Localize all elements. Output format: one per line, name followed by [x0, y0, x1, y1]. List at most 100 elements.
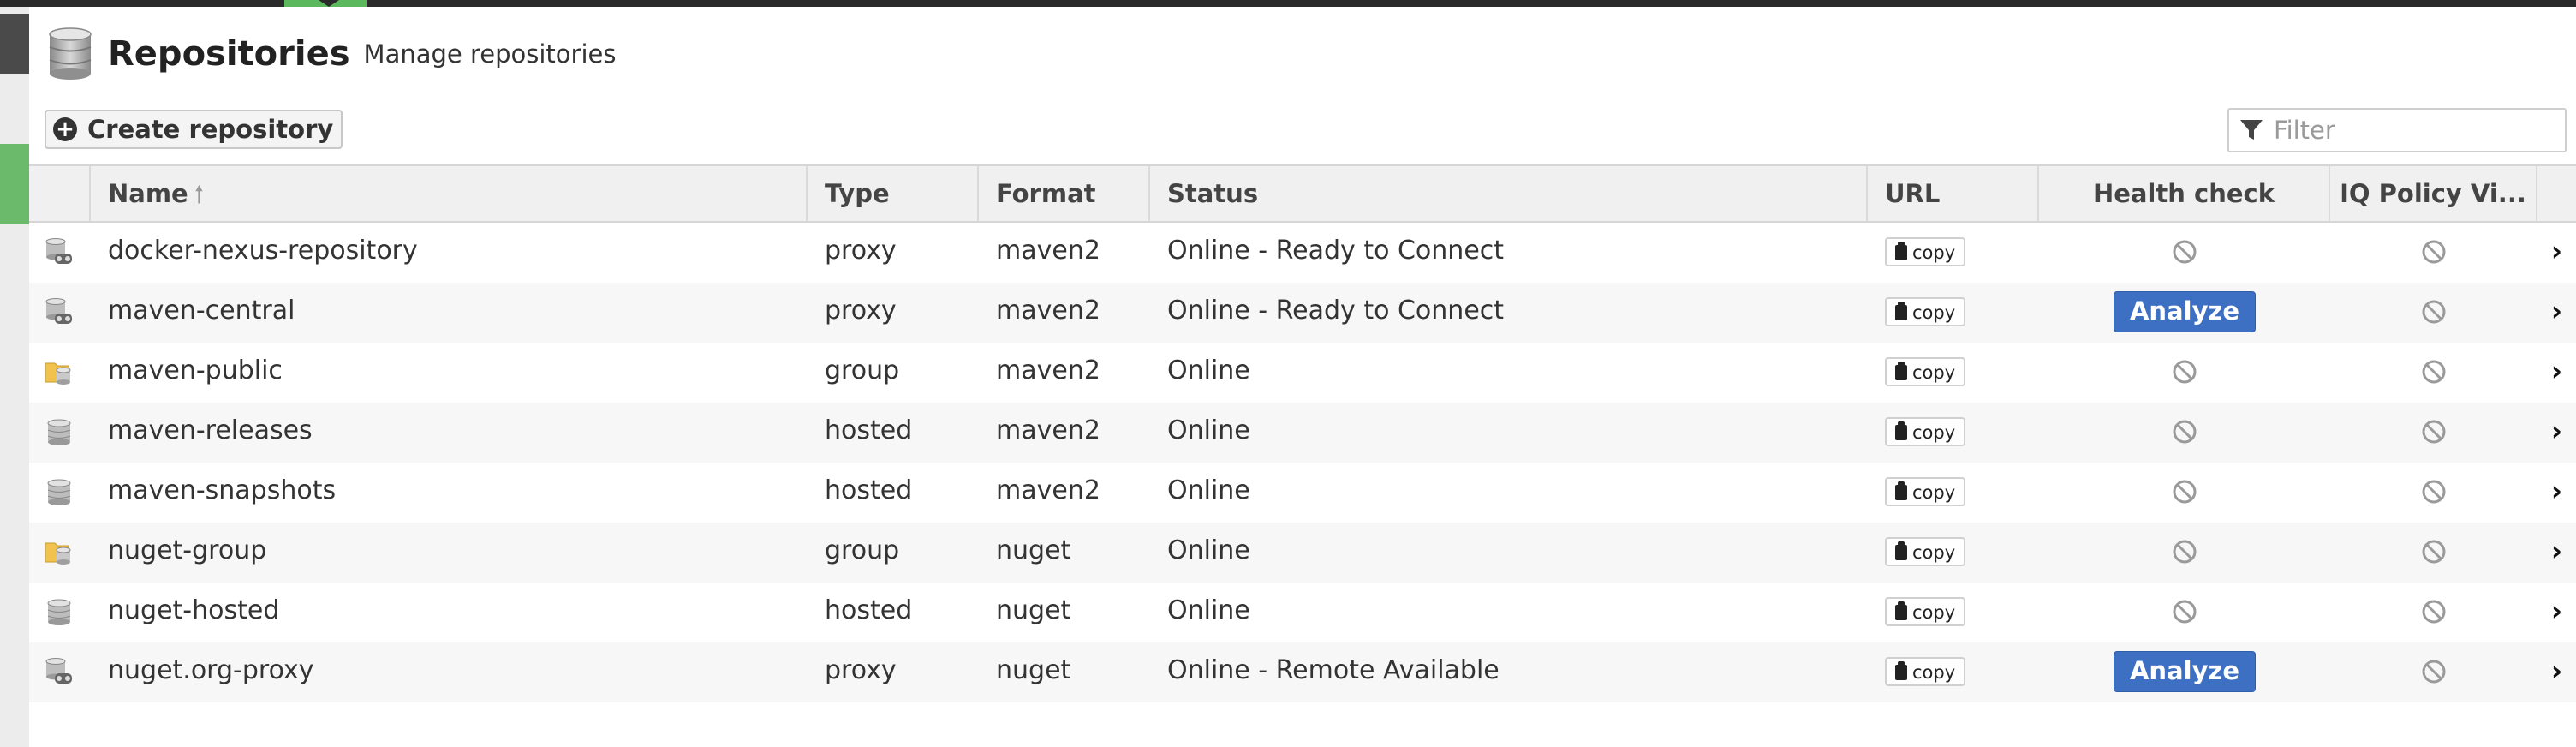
col-format-header[interactable]: Format — [979, 166, 1150, 221]
copy-label: copy — [1912, 481, 1956, 503]
iq-unavailable-icon — [2421, 296, 2447, 326]
group-repo-icon — [45, 358, 74, 387]
database-icon — [49, 27, 92, 80]
clipboard-icon — [1895, 601, 1907, 620]
repo-name: nuget-hosted — [108, 595, 280, 625]
repo-type: hosted — [825, 595, 913, 625]
proxy-repo-icon — [45, 658, 74, 687]
repo-format: nuget — [996, 595, 1071, 625]
filter-funnel-icon — [2240, 120, 2263, 140]
page-subtitle: Manage repositories — [363, 39, 617, 69]
copy-label: copy — [1912, 541, 1956, 563]
health-check-cell: Analyze — [2039, 283, 2330, 343]
repo-name: nuget.org-proxy — [108, 655, 314, 685]
page-title: Repositories — [108, 34, 350, 74]
copy-url-button[interactable]: copy — [1885, 416, 1966, 446]
col-type-header[interactable]: Type — [808, 166, 979, 221]
repo-status: Online — [1167, 356, 1250, 385]
row-detail-chevron[interactable]: › — [2537, 583, 2576, 642]
hosted-repo-icon — [45, 478, 74, 507]
repo-status: Online — [1167, 475, 1250, 505]
left-sidebar-edge — [0, 7, 29, 747]
table-row[interactable]: docker-nexus-repository proxy maven2 Online… — [29, 223, 2576, 283]
clipboard-icon — [1895, 361, 1907, 380]
col-url-header[interactable]: URL — [1868, 166, 2039, 221]
repo-format: maven2 — [996, 236, 1100, 266]
col-iq-header[interactable]: IQ Policy Vi... — [2330, 166, 2537, 221]
repositories-grid: Name 🠑 Type Format Status URL Health chec… — [29, 164, 2576, 702]
clipboard-icon — [1895, 541, 1907, 560]
copy-label: copy — [1912, 302, 1956, 323]
iq-unavailable-icon — [2421, 415, 2447, 445]
copy-url-button[interactable]: copy — [1885, 356, 1966, 386]
copy-label: copy — [1912, 362, 1956, 383]
iq-unavailable-icon — [2421, 356, 2447, 385]
table-row[interactable]: maven-central proxy maven2 Online - Ready t… — [29, 283, 2576, 343]
url-cell: copy — [1868, 463, 2039, 523]
repo-type: proxy — [825, 236, 897, 266]
iq-unavailable-icon — [2421, 655, 2447, 685]
table-row[interactable]: maven-releases hosted maven2 Online copy › — [29, 403, 2576, 463]
col-name-header[interactable]: Name 🠑 — [91, 166, 808, 221]
active-nav-caret — [319, 0, 339, 7]
repo-status: Online - Ready to Connect — [1167, 236, 1505, 266]
copy-url-button[interactable]: copy — [1885, 656, 1966, 686]
copy-url-button[interactable]: copy — [1885, 596, 1966, 626]
filter-box[interactable] — [2227, 108, 2567, 152]
health-unavailable-icon — [2172, 475, 2197, 505]
row-detail-chevron[interactable]: › — [2537, 283, 2576, 343]
create-repository-button[interactable]: + Create repository — [45, 110, 343, 149]
row-detail-chevron[interactable]: › — [2537, 642, 2576, 702]
table-row[interactable]: maven-snapshots hosted maven2 Online copy › — [29, 463, 2576, 523]
analyze-button[interactable]: Analyze — [2113, 650, 2257, 692]
copy-url-button[interactable]: copy — [1885, 536, 1966, 566]
health-check-cell — [2039, 223, 2330, 283]
table-row[interactable]: nuget-hosted hosted nuget Online copy › — [29, 583, 2576, 642]
row-detail-chevron[interactable]: › — [2537, 403, 2576, 463]
clipboard-icon — [1895, 421, 1907, 440]
iq-unavailable-icon — [2421, 595, 2447, 625]
health-unavailable-icon — [2172, 236, 2197, 266]
row-detail-chevron[interactable]: › — [2537, 463, 2576, 523]
copy-url-button[interactable]: copy — [1885, 296, 1966, 326]
row-detail-chevron[interactable]: › — [2537, 223, 2576, 283]
page-header: Repositories Manage repositories — [48, 24, 616, 84]
chevron-right-icon: › — [2550, 654, 2563, 687]
repo-name: maven-public — [108, 356, 283, 385]
repo-format: maven2 — [996, 475, 1100, 505]
grid-header-row: Name 🠑 Type Format Status URL Health chec… — [29, 164, 2576, 223]
copy-url-button[interactable]: copy — [1885, 236, 1966, 266]
repo-name: maven-central — [108, 296, 295, 326]
row-detail-chevron[interactable]: › — [2537, 523, 2576, 583]
filter-input[interactable] — [2272, 115, 2558, 146]
top-nav-bar — [0, 0, 2576, 7]
url-cell: copy — [1868, 223, 2039, 283]
analyze-button[interactable]: Analyze — [2113, 290, 2257, 332]
table-row[interactable]: nuget-group group nuget Online copy › — [29, 523, 2576, 583]
iq-unavailable-icon — [2421, 535, 2447, 565]
sidebar-active-item[interactable] — [0, 144, 29, 224]
iq-policy-cell — [2330, 223, 2537, 283]
chevron-right-icon: › — [2550, 235, 2563, 267]
col-health-header[interactable]: Health check — [2039, 166, 2330, 221]
repo-name: maven-snapshots — [108, 475, 337, 505]
copy-label: copy — [1912, 242, 1956, 263]
clipboard-icon — [1895, 301, 1907, 320]
sort-ascending-icon: 🠑 — [194, 182, 204, 208]
row-detail-chevron[interactable]: › — [2537, 343, 2576, 403]
chevron-right-icon: › — [2550, 355, 2563, 387]
group-repo-icon — [45, 538, 74, 567]
main-panel: Repositories Manage repositories + Creat… — [29, 7, 2576, 747]
copy-url-button[interactable]: copy — [1885, 476, 1966, 506]
table-row[interactable]: maven-public group maven2 Online copy › — [29, 343, 2576, 403]
proxy-repo-icon — [45, 238, 74, 267]
repo-name: maven-releases — [108, 415, 313, 445]
clipboard-icon — [1895, 241, 1907, 260]
url-cell: copy — [1868, 283, 2039, 343]
repo-status: Online - Ready to Connect — [1167, 296, 1505, 326]
repo-type: hosted — [825, 475, 913, 505]
copy-label: copy — [1912, 661, 1956, 683]
table-row[interactable]: nuget.org-proxy proxy nuget Online - Remote… — [29, 642, 2576, 702]
col-status-header[interactable]: Status — [1150, 166, 1868, 221]
health-unavailable-icon — [2172, 595, 2197, 625]
